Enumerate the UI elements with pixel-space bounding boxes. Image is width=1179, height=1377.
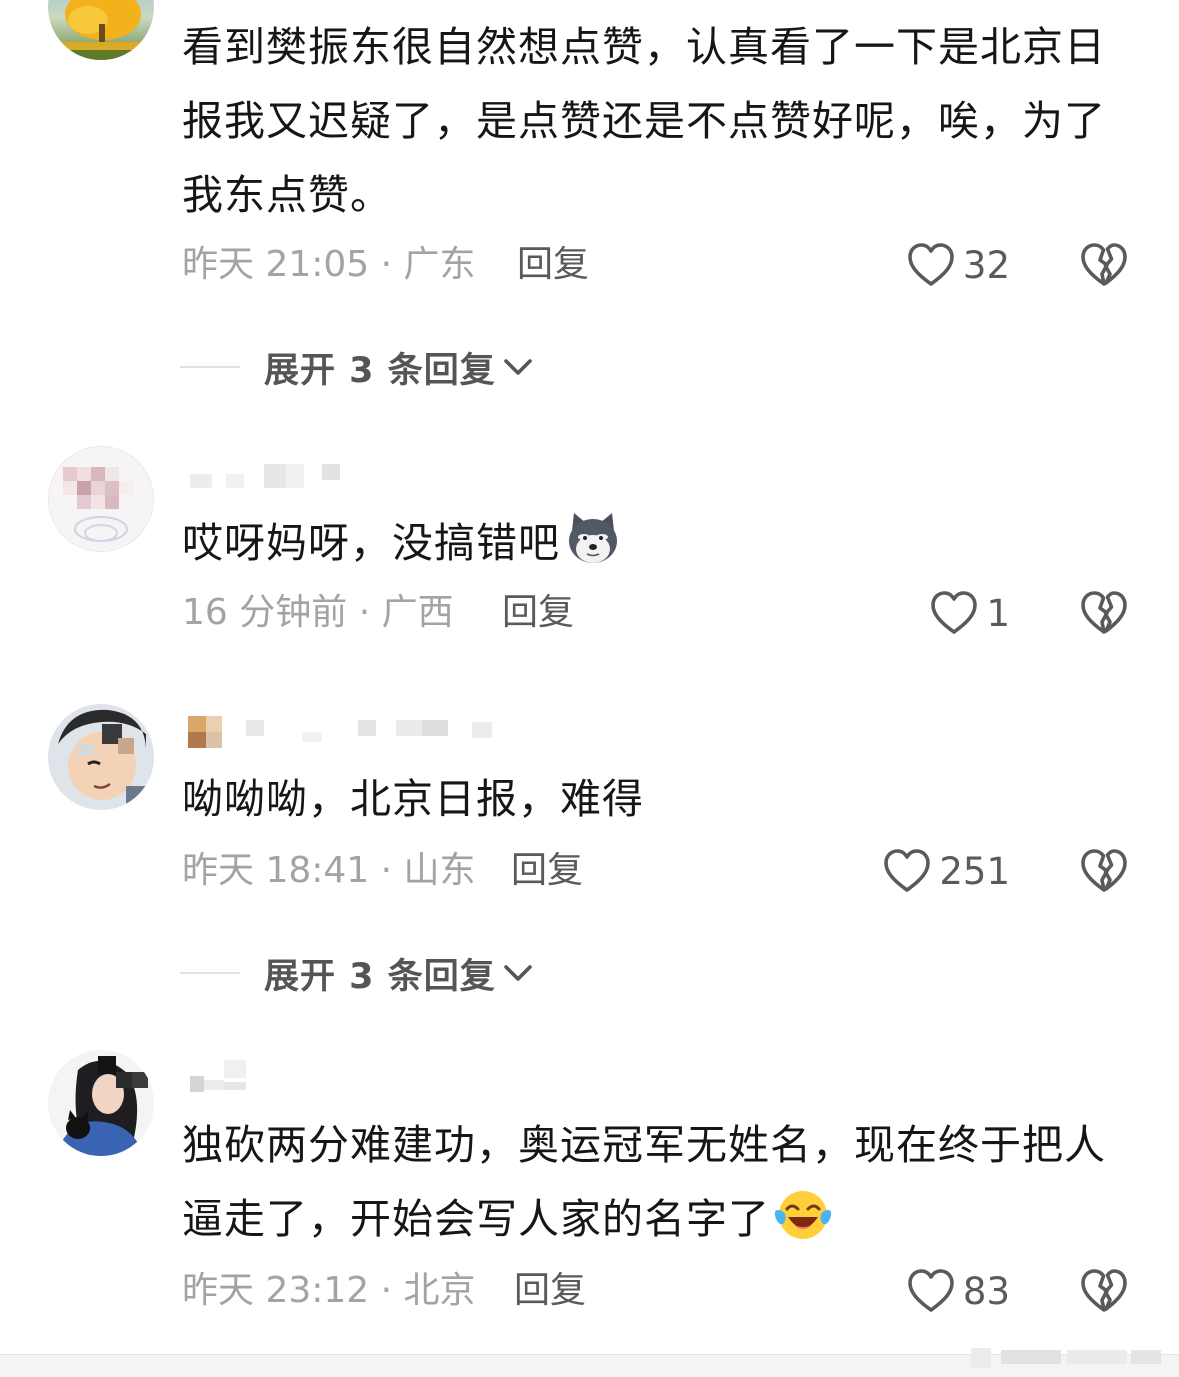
expand-replies-label: 展开 3 条回复 xyxy=(264,350,496,391)
chevron-down-icon xyxy=(502,356,534,378)
comment-item: 看到樊振东很自然想点赞，认真看了一下是北京日报我又迟疑了，是点赞还是不点赞好呢，… xyxy=(0,0,1179,320)
comment-meta: 昨天 18:41 · 山东 xyxy=(182,850,476,891)
cartoon-boy-avatar-icon xyxy=(48,704,154,810)
avatar[interactable] xyxy=(48,0,154,60)
broken-heart-icon[interactable] xyxy=(1080,241,1128,289)
avatar[interactable] xyxy=(48,1050,154,1156)
husky-emoji-icon xyxy=(569,513,617,563)
like-count: 251 xyxy=(939,849,1010,893)
reply-button[interactable]: 回复 xyxy=(502,588,574,638)
comment-meta: 昨天 21:05 · 广东 xyxy=(182,244,476,285)
like-count: 83 xyxy=(962,1269,1010,1313)
divider xyxy=(180,366,240,368)
like-button[interactable]: 251 xyxy=(880,846,1010,896)
watermark-icon xyxy=(971,1348,1161,1368)
avatar[interactable] xyxy=(48,446,154,552)
heart-icon xyxy=(930,590,978,636)
comment-meta: 16 分钟前 · 广西 xyxy=(182,592,454,633)
reply-button[interactable]: 回复 xyxy=(517,240,589,290)
heart-icon xyxy=(907,1268,955,1314)
expand-replies-button[interactable]: 展开 3 条回复 xyxy=(180,948,534,998)
flower-avatar-icon xyxy=(49,447,153,551)
like-button[interactable]: 32 xyxy=(900,240,1010,290)
expand-replies-button[interactable]: 展开 3 条回复 xyxy=(180,342,534,392)
chevron-down-icon xyxy=(502,962,534,984)
like-count: 32 xyxy=(962,243,1010,287)
username-redacted xyxy=(182,1054,512,1094)
like-count: 1 xyxy=(986,591,1010,635)
comment-item: 呦呦呦，北京日报，难得 昨天 18:41 · 山东 回复 251 xyxy=(0,700,1179,940)
comment-text: 呦呦呦，北京日报，难得 xyxy=(182,775,644,823)
reply-button[interactable]: 回复 xyxy=(511,846,583,896)
like-button[interactable]: 83 xyxy=(880,1266,1010,1316)
comment-text-content: 独砍两分难建功，奥运冠军无姓名，现在终于把人逼走了，开始会写人家的名字了 xyxy=(182,1121,1106,1243)
broken-heart-icon[interactable] xyxy=(1080,847,1128,895)
avatar[interactable] xyxy=(48,704,154,810)
broken-heart-icon[interactable] xyxy=(1080,1267,1128,1315)
reply-button[interactable]: 回复 xyxy=(514,1266,586,1316)
comment-item: 独砍两分难建功，奥运冠军无姓名，现在终于把人逼走了，开始会写人家的名字了 昨天 … xyxy=(0,1046,1179,1346)
heart-icon xyxy=(883,848,931,894)
username-redacted xyxy=(182,710,512,750)
comment-text: 看到樊振东很自然想点赞，认真看了一下是北京日报我又迟疑了，是点赞还是不点赞好呢，… xyxy=(182,23,1106,219)
comment-text: 独砍两分难建功，奥运冠军无姓名，现在终于把人逼走了，开始会写人家的名字了 xyxy=(182,1108,1132,1256)
like-button[interactable]: 1 xyxy=(900,588,1010,638)
username-redacted xyxy=(182,452,512,492)
comment-text-content: 哎呀妈呀，没搞错吧 xyxy=(182,519,560,567)
girl-with-cat-avatar-icon xyxy=(48,1050,154,1156)
comment-meta: 昨天 23:12 · 北京 xyxy=(182,1270,476,1311)
broken-heart-icon[interactable] xyxy=(1080,589,1128,637)
divider xyxy=(180,972,240,974)
comment-text: 哎呀妈呀，没搞错吧 xyxy=(182,506,1132,580)
expand-replies-label: 展开 3 条回复 xyxy=(264,956,496,997)
heart-icon xyxy=(907,242,955,288)
laughing-tears-emoji-icon xyxy=(774,1191,832,1239)
comment-item: 哎呀妈呀，没搞错吧 16 分钟前 · 广西 回复 1 xyxy=(0,440,1179,660)
golden-tree-avatar-icon xyxy=(48,0,154,60)
